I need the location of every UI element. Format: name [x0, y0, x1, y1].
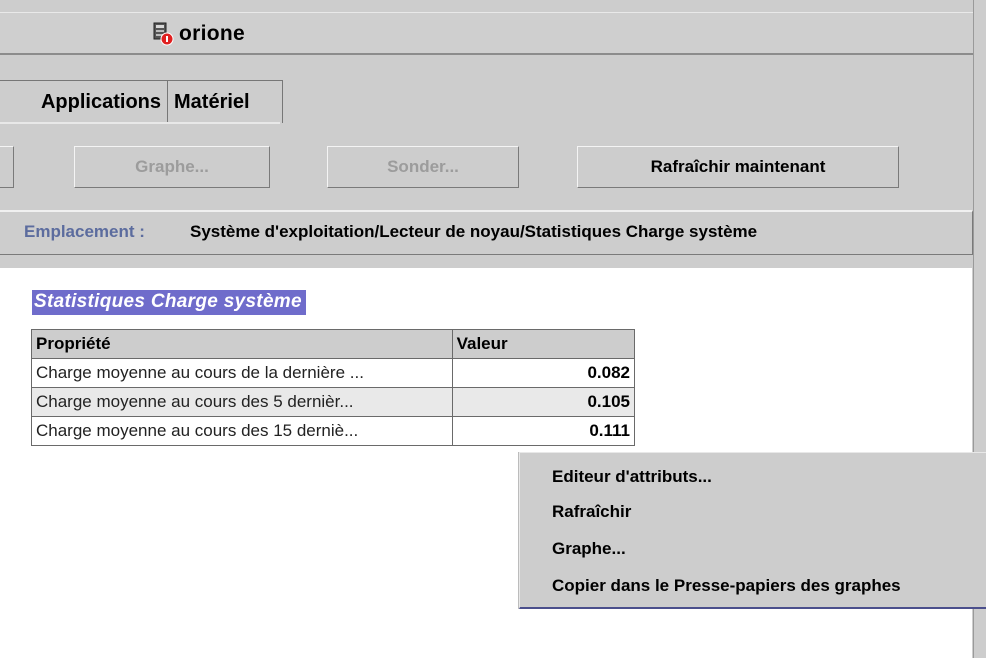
property-cell[interactable]: Charge moyenne au cours des 5 dernièr... [31, 387, 453, 417]
window-title: orione [179, 22, 245, 45]
graph-button[interactable]: Graphe... [74, 146, 270, 188]
refresh-now-button[interactable]: Rafraîchir maintenant [577, 146, 899, 188]
table-row[interactable]: Charge moyenne au cours de la dernière .… [31, 358, 636, 388]
toolbar-button-partial[interactable] [0, 146, 14, 188]
location-path: Système d'exploitation/Lecteur de noyau/… [190, 222, 758, 241]
table-header-row: Propriété Valeur [31, 329, 636, 359]
menu-item-graph[interactable]: Graphe... [552, 539, 626, 559]
value-cell[interactable]: 0.111 [451, 416, 636, 446]
properties-table: Propriété Valeur Charge moyenne au cours… [31, 329, 636, 446]
column-header-value[interactable]: Valeur [451, 329, 636, 359]
table-row[interactable]: Charge moyenne au cours des 15 derniè...… [31, 416, 636, 446]
value-cell[interactable]: 0.105 [451, 387, 636, 417]
value-cell[interactable]: 0.082 [451, 358, 636, 388]
property-cell[interactable]: Charge moyenne au cours des 15 derniè... [31, 416, 453, 446]
tab-materiel[interactable]: Matériel [167, 80, 283, 123]
table-row[interactable]: Charge moyenne au cours des 5 dernièr...… [31, 387, 636, 417]
location-bar: Emplacement : Système d'exploitation/Lec… [0, 210, 973, 255]
property-cell[interactable]: Charge moyenne au cours de la dernière .… [31, 358, 453, 388]
context-menu: Editeur d'attributs... Rafraîchir Graphe… [519, 452, 986, 609]
probe-button[interactable]: Sonder... [327, 146, 519, 188]
menu-item-copy-to-graph-clipboard[interactable]: Copier dans le Presse-papiers des graphe… [552, 576, 901, 596]
title-bar: orione [0, 12, 986, 55]
menu-item-refresh[interactable]: Rafraîchir [552, 502, 631, 522]
tab-divider [0, 122, 280, 124]
location-label: Emplacement : [24, 222, 145, 241]
menu-item-attribute-editor[interactable]: Editeur d'attributs... [552, 467, 712, 487]
server-status-icon [152, 22, 174, 46]
table-title: Statistiques Charge système [32, 290, 306, 315]
column-header-property[interactable]: Propriété [31, 329, 453, 359]
tab-applications[interactable]: Applications [0, 80, 168, 123]
